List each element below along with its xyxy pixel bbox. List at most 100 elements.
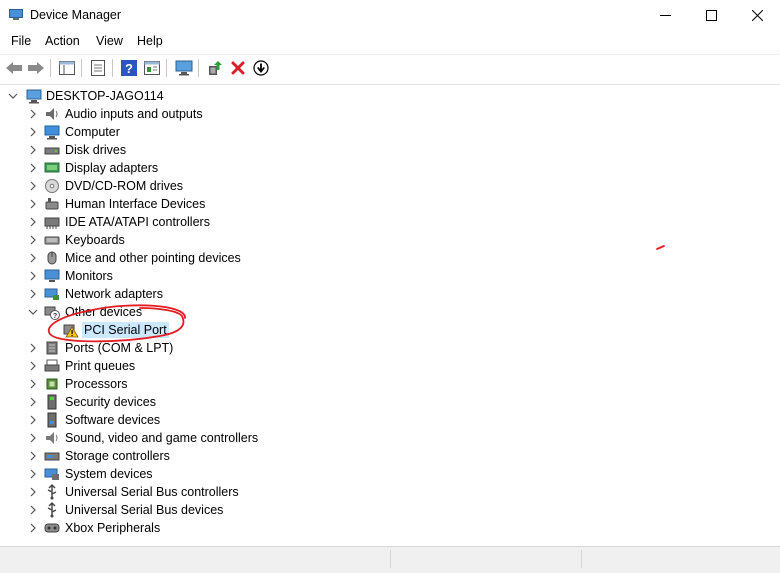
chevron-right-icon[interactable] xyxy=(28,523,38,533)
tree-item-label: Network adapters xyxy=(65,287,163,301)
network-icon xyxy=(44,288,59,300)
tree-item-keyboards[interactable]: Keyboards xyxy=(0,231,780,249)
tree-item-label: Storage controllers xyxy=(65,449,170,463)
tree-item-ports[interactable]: Ports (COM & LPT) xyxy=(0,339,780,357)
tree-item-label: IDE ATA/ATAPI controllers xyxy=(65,215,210,229)
chevron-right-icon[interactable] xyxy=(28,145,38,155)
chevron-right-icon[interactable] xyxy=(28,433,38,443)
forward-button[interactable] xyxy=(26,58,46,78)
print-icon xyxy=(44,359,60,372)
tree-item-label: Computer xyxy=(65,125,120,139)
tree-item-system-devices[interactable]: System devices xyxy=(0,465,780,483)
scan-hardware-button[interactable] xyxy=(174,58,194,78)
display-icon xyxy=(44,162,60,173)
chevron-right-icon[interactable] xyxy=(28,199,38,209)
chevron-right-icon[interactable] xyxy=(28,253,38,263)
status-cell xyxy=(391,550,582,568)
tree-item-audio[interactable]: Audio inputs and outputs xyxy=(0,105,780,123)
uninstall-device-button[interactable] xyxy=(228,58,248,78)
minimize-icon xyxy=(659,15,671,16)
back-button[interactable] xyxy=(4,58,24,78)
menu-file[interactable]: File xyxy=(11,34,31,48)
help-button[interactable]: ? xyxy=(119,58,139,78)
warning-device-icon xyxy=(63,324,79,338)
tree-root[interactable]: DESKTOP-JAGO114 xyxy=(0,87,780,105)
tree-item-label: Sound, video and game controllers xyxy=(65,431,259,445)
tree-item-label: Print queues xyxy=(65,359,136,373)
software-icon xyxy=(47,412,57,428)
menu-view[interactable]: View xyxy=(96,34,123,48)
tree-item-xbox-peripherals[interactable]: Xbox Peripherals xyxy=(0,519,780,537)
chevron-right-icon[interactable] xyxy=(28,127,38,137)
tree-item-label: Software devices xyxy=(65,413,161,427)
tree-item-usb-controllers[interactable]: Universal Serial Bus controllers xyxy=(0,483,780,501)
update-driver-button[interactable] xyxy=(205,58,225,78)
tree-item-computer[interactable]: Computer xyxy=(0,123,780,141)
menu-bar: File Action View Help xyxy=(0,31,780,53)
chevron-right-icon[interactable] xyxy=(28,505,38,515)
chevron-right-icon[interactable] xyxy=(28,235,38,245)
tree-item-mice[interactable]: Mice and other pointing devices xyxy=(0,249,780,267)
disable-device-button[interactable] xyxy=(251,58,271,78)
tree-item-pci-serial-port[interactable]: PCI Serial Port xyxy=(0,321,780,339)
tree-item-print-queues[interactable]: Print queues xyxy=(0,357,780,375)
computer-icon xyxy=(26,89,42,104)
tree-item-usb-devices[interactable]: Universal Serial Bus devices xyxy=(0,501,780,519)
maximize-button[interactable] xyxy=(688,0,734,31)
tree-item-dvd-cdrom[interactable]: DVD/CD-ROM drives xyxy=(0,177,780,195)
system-icon xyxy=(44,468,59,480)
tree-item-display-adapters[interactable]: Display adapters xyxy=(0,159,780,177)
action-pane-button[interactable] xyxy=(142,58,162,78)
tree-item-storage-controllers[interactable]: Storage controllers xyxy=(0,447,780,465)
tree-item-software-devices[interactable]: Software devices xyxy=(0,411,780,429)
chevron-right-icon[interactable] xyxy=(28,415,38,425)
down-arrow-circle-icon xyxy=(253,60,269,76)
chevron-right-icon[interactable] xyxy=(28,487,38,497)
tree-item-label: Processors xyxy=(65,377,128,391)
menu-help[interactable]: Help xyxy=(137,34,163,48)
show-hide-console-tree-button[interactable] xyxy=(57,58,77,78)
tree-item-network-adapters[interactable]: Network adapters xyxy=(0,285,780,303)
tree-item-hid[interactable]: Human Interface Devices xyxy=(0,195,780,213)
back-arrow-icon xyxy=(6,62,22,74)
tree-item-processors[interactable]: Processors xyxy=(0,375,780,393)
status-cell xyxy=(0,550,391,568)
cpu-icon xyxy=(46,378,58,390)
tree-item-label: Universal Serial Bus devices xyxy=(65,503,224,517)
chevron-right-icon[interactable] xyxy=(28,451,38,461)
chevron-right-icon[interactable] xyxy=(28,361,38,371)
chevron-right-icon[interactable] xyxy=(28,289,38,299)
tree-item-label: Monitors xyxy=(65,269,113,283)
chevron-right-icon[interactable] xyxy=(28,469,38,479)
tree-item-security-devices[interactable]: Security devices xyxy=(0,393,780,411)
console-tree-icon xyxy=(59,61,75,75)
forward-arrow-icon xyxy=(28,62,44,74)
maximize-icon xyxy=(705,10,717,21)
chevron-right-icon[interactable] xyxy=(28,271,38,281)
help-icon: ? xyxy=(121,60,137,76)
chevron-right-icon[interactable] xyxy=(28,181,38,191)
usb-icon xyxy=(47,484,57,500)
chevron-right-icon[interactable] xyxy=(28,397,38,407)
chevron-right-icon[interactable] xyxy=(28,217,38,227)
tree-item-disk-drives[interactable]: Disk drives xyxy=(0,141,780,159)
disk-icon xyxy=(44,147,60,155)
properties-button[interactable] xyxy=(88,58,108,78)
chevron-down-icon[interactable] xyxy=(8,91,18,101)
close-button[interactable] xyxy=(734,0,780,31)
tree-item-other-devices[interactable]: ? Other devices xyxy=(0,303,780,321)
chevron-right-icon[interactable] xyxy=(28,163,38,173)
tree-item-monitors[interactable]: Monitors xyxy=(0,267,780,285)
chevron-right-icon[interactable] xyxy=(28,343,38,353)
device-manager-app-icon xyxy=(9,9,23,20)
chevron-right-icon[interactable] xyxy=(28,109,38,119)
menu-action[interactable]: Action xyxy=(45,34,80,48)
tree-item-sound-video[interactable]: Sound, video and game controllers xyxy=(0,429,780,447)
minimize-button[interactable] xyxy=(642,0,688,31)
chevron-down-icon[interactable] xyxy=(28,307,38,317)
svg-text:?: ? xyxy=(53,313,57,320)
toolbar-separator xyxy=(81,59,82,77)
toolbar-separator xyxy=(50,59,51,77)
chevron-right-icon[interactable] xyxy=(28,379,38,389)
tree-item-ide-ata[interactable]: IDE ATA/ATAPI controllers xyxy=(0,213,780,231)
